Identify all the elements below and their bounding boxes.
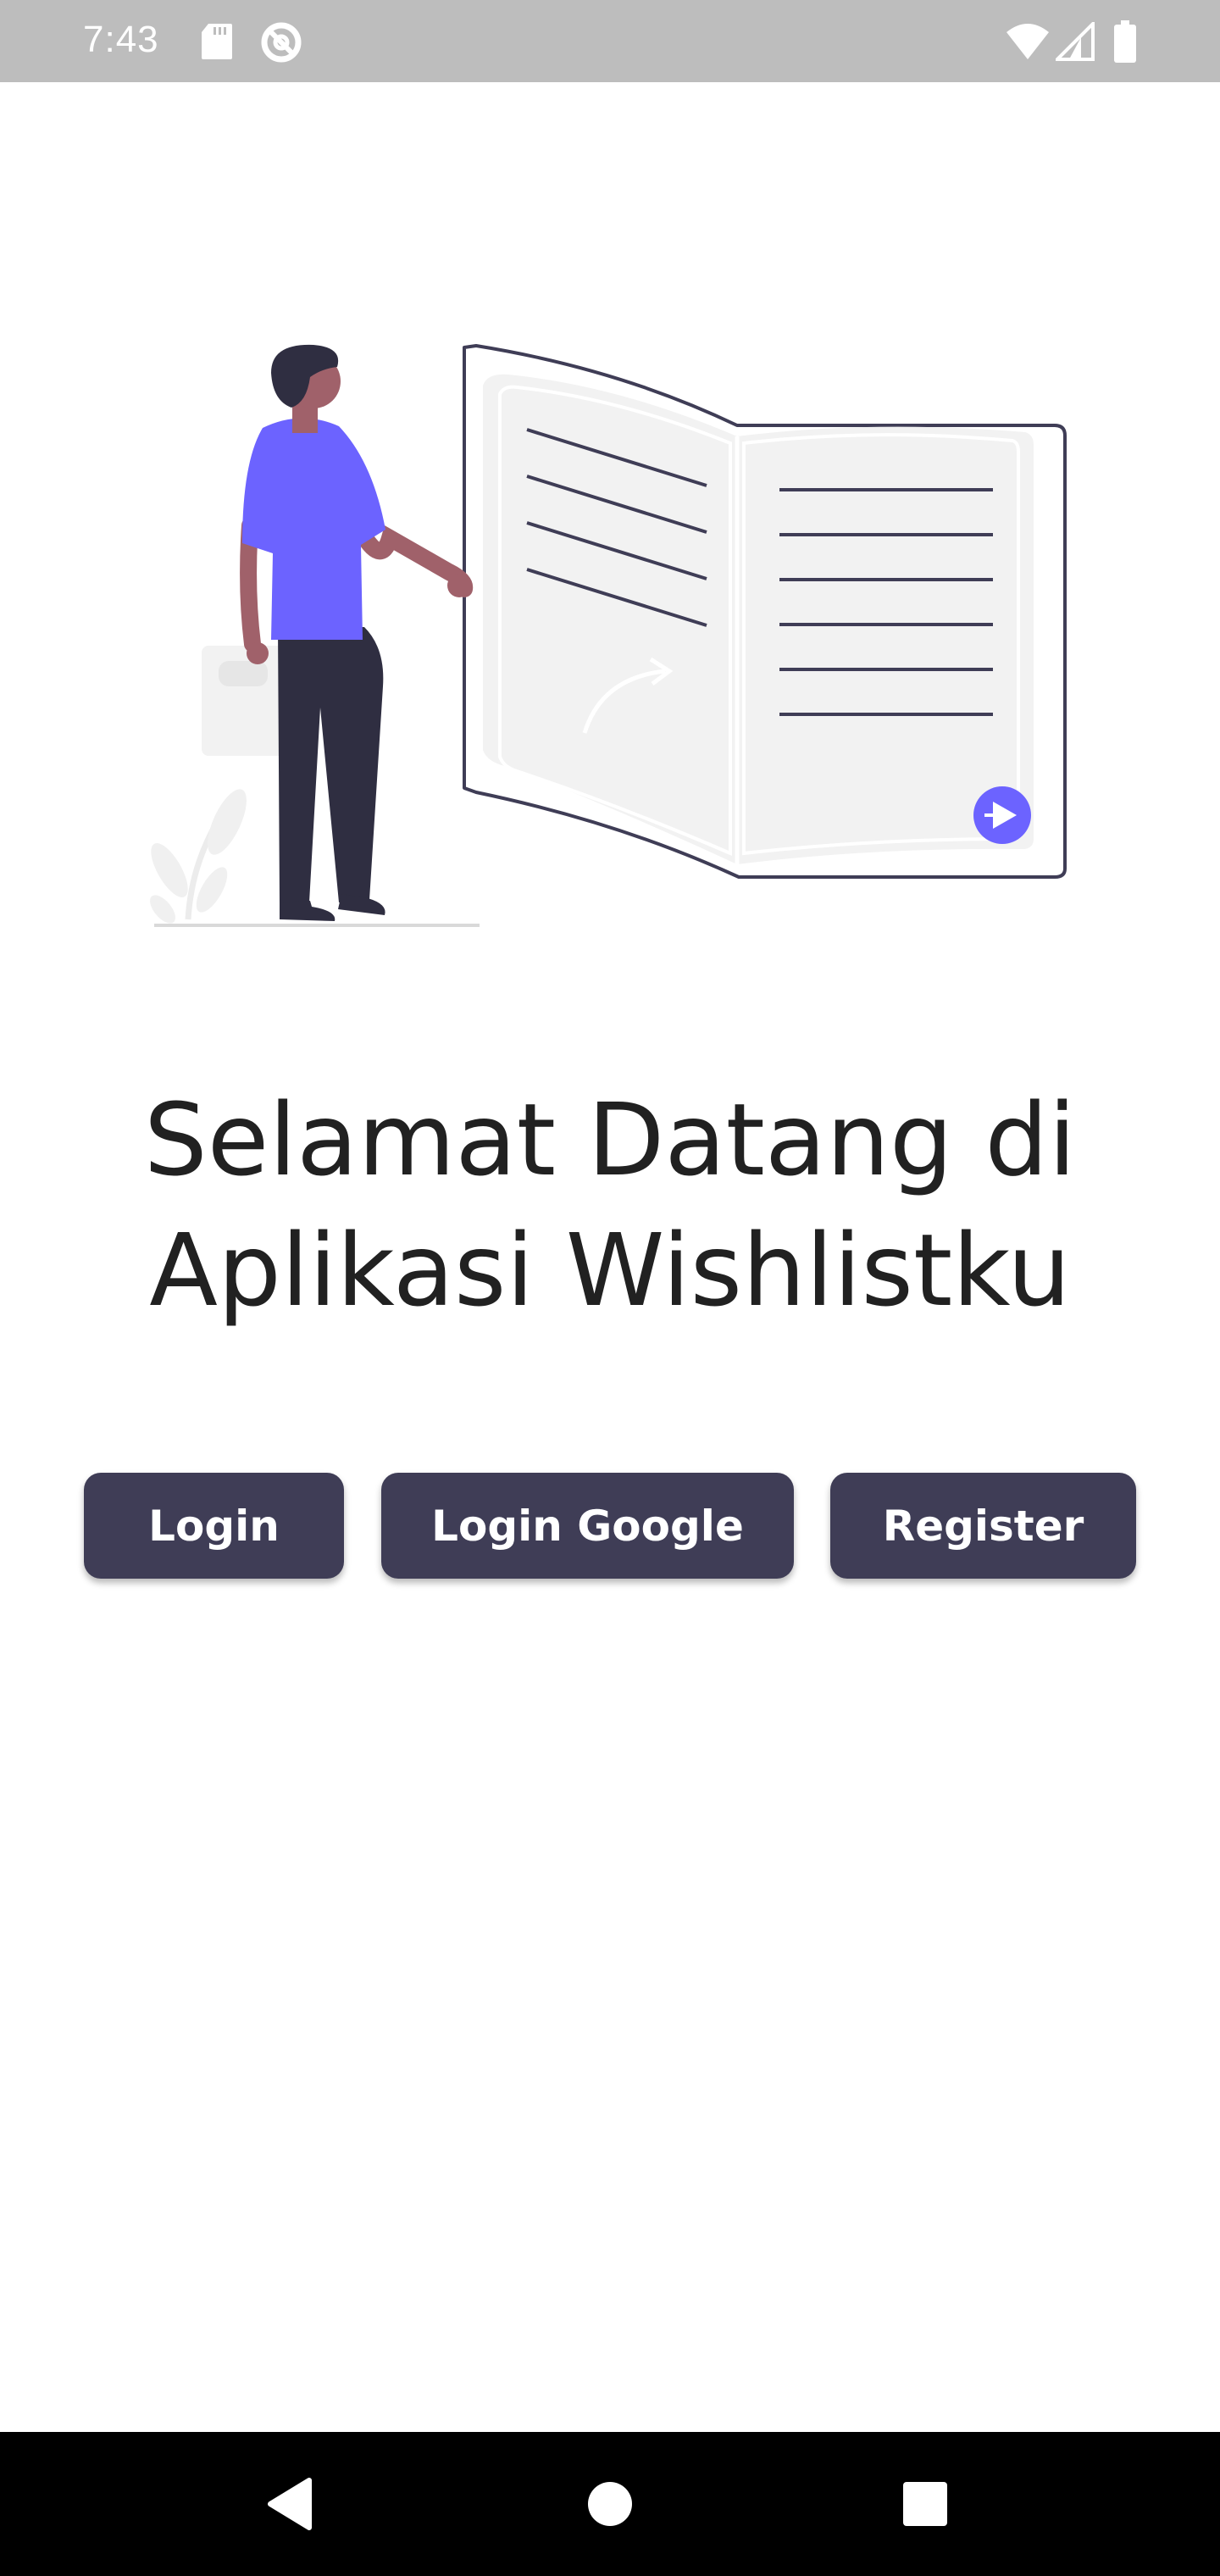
plant-decoration: [150, 789, 247, 924]
back-icon: [268, 2478, 312, 2530]
welcome-line-1: Selamat Datang di: [143, 1081, 1077, 1198]
status-bar: 7:43: [0, 0, 1220, 82]
welcome-illustration: [144, 335, 1076, 936]
wifi-icon: [1005, 22, 1051, 65]
login-button[interactable]: Login: [84, 1473, 344, 1579]
register-button[interactable]: Register: [830, 1473, 1136, 1579]
battery-icon: [1113, 20, 1137, 67]
recents-icon: [903, 2482, 947, 2526]
back-button[interactable]: [223, 2432, 358, 2576]
sd-card-icon: [200, 22, 234, 65]
home-icon: [588, 2482, 632, 2526]
signal-icon: [1053, 19, 1095, 65]
home-button[interactable]: [542, 2432, 678, 2576]
person-illustration: [202, 344, 474, 921]
recents-button[interactable]: [857, 2432, 993, 2576]
status-time: 7:43: [83, 19, 159, 60]
book-illustration: [463, 344, 1067, 879]
data-saver-icon: [259, 20, 303, 69]
welcome-line-2: Aplikasi Wishlistku: [149, 1212, 1071, 1329]
navigation-bar: [0, 2432, 1220, 2576]
welcome-title: Selamat Datang di Aplikasi Wishlistku: [0, 1074, 1220, 1335]
login-google-button[interactable]: Login Google: [381, 1473, 794, 1579]
